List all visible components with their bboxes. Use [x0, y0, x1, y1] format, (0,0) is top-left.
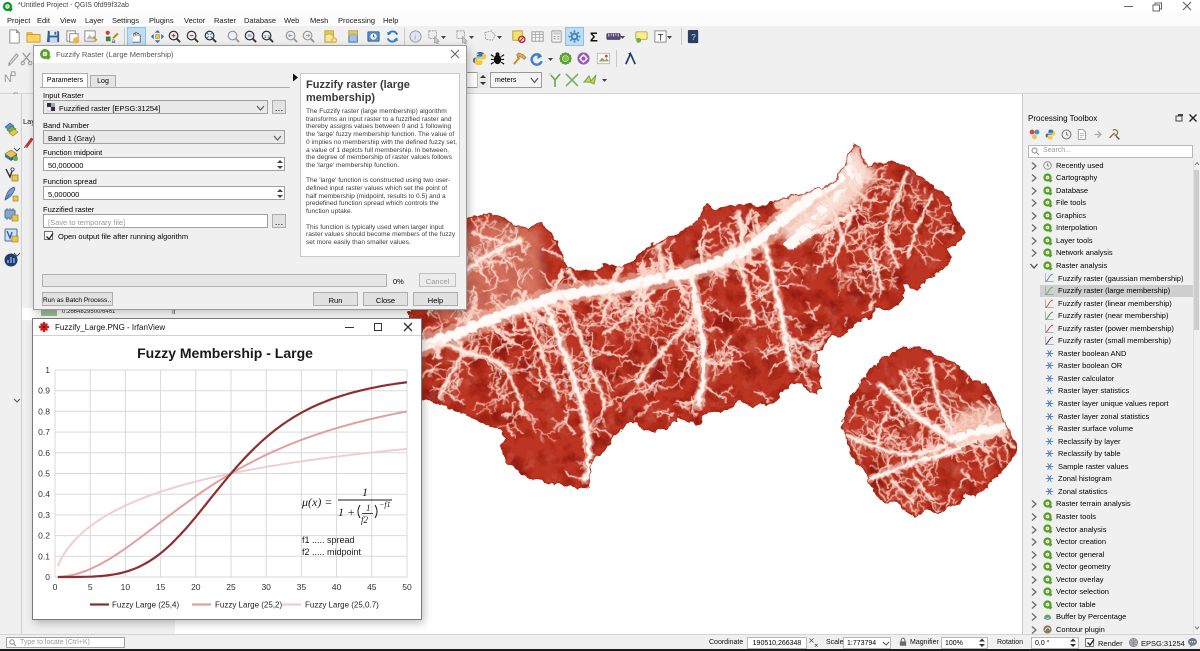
svg-text:15: 15 — [156, 582, 166, 592]
svg-text:i: i — [414, 32, 416, 41]
svg-text:35: 35 — [297, 582, 307, 592]
svg-text:0.6: 0.6 — [38, 448, 50, 458]
svg-text:1: 1 — [45, 365, 50, 375]
svg-text:Fuzzy Large (25,0.7): Fuzzy Large (25,0.7) — [305, 601, 379, 610]
svg-text:1: 1 — [362, 485, 368, 499]
svg-text:a: a — [112, 38, 116, 44]
svg-text:0: 0 — [45, 572, 50, 582]
svg-text:0.5: 0.5 — [38, 469, 50, 479]
svg-text:Fuzzy Large (25,4): Fuzzy Large (25,4) — [112, 601, 179, 610]
svg-text:Σ: Σ — [590, 30, 598, 44]
svg-text:f2 ..... midpoint: f2 ..... midpoint — [302, 547, 362, 557]
svg-text:1:1: 1:1 — [264, 34, 271, 39]
svg-text:5: 5 — [88, 582, 93, 592]
svg-text:0.4: 0.4 — [38, 489, 50, 499]
svg-text:?: ? — [691, 32, 696, 42]
svg-text:1 +: 1 + — [338, 505, 355, 519]
svg-text:0.8: 0.8 — [38, 406, 50, 416]
svg-text:50: 50 — [402, 582, 412, 592]
svg-text:0.3: 0.3 — [38, 510, 50, 520]
svg-text:20: 20 — [191, 582, 201, 592]
svg-text:f2: f2 — [361, 515, 369, 525]
svg-text:45: 45 — [367, 582, 377, 592]
svg-text:Fuzzy Membership - Large: Fuzzy Membership - Large — [137, 345, 313, 361]
svg-text:0.7: 0.7 — [38, 427, 50, 437]
svg-text:Fuzzy Large (25,2): Fuzzy Large (25,2) — [215, 601, 282, 610]
svg-text:1: 1 — [366, 503, 371, 513]
svg-text:25: 25 — [226, 582, 236, 592]
svg-text:0.9: 0.9 — [38, 386, 50, 396]
svg-text:0: 0 — [53, 582, 58, 592]
svg-text:f1 ..... spread: f1 ..... spread — [302, 535, 355, 545]
svg-text:0.1: 0.1 — [38, 551, 50, 561]
svg-text:0.2: 0.2 — [38, 531, 50, 541]
svg-text:30: 30 — [261, 582, 271, 592]
svg-text:40: 40 — [332, 582, 342, 592]
svg-text:−f1: −f1 — [379, 500, 391, 509]
svg-text:10: 10 — [121, 582, 131, 592]
svg-text:μ(x) =: μ(x) = — [301, 495, 332, 509]
svg-text:T: T — [658, 32, 664, 42]
svg-text:N: N — [4, 73, 12, 85]
